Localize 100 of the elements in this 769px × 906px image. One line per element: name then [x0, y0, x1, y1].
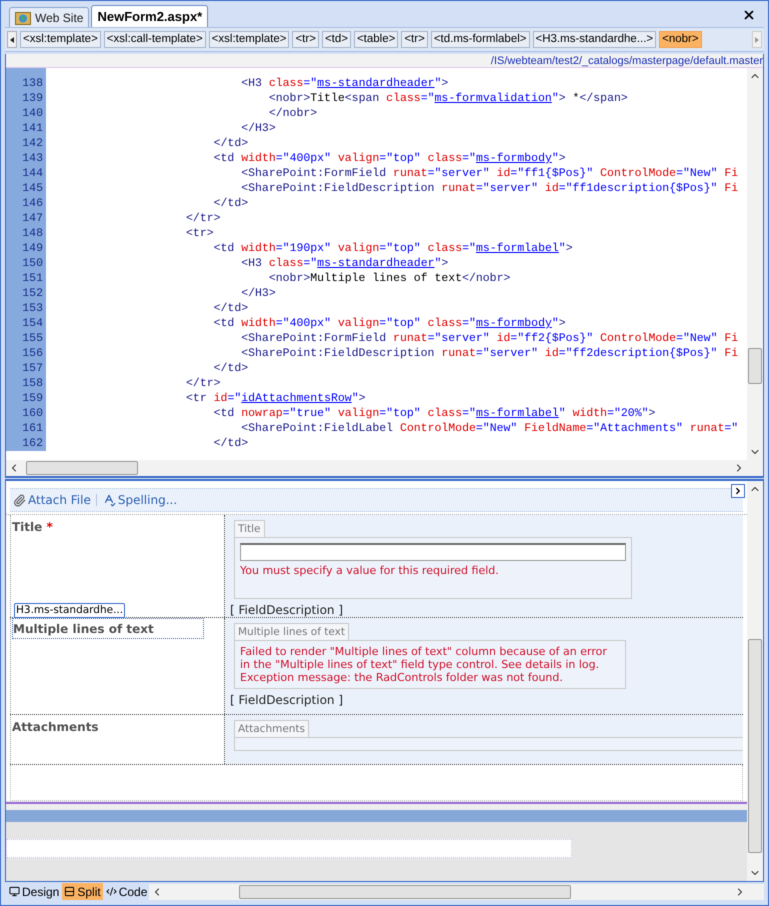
line-number: 158	[6, 376, 46, 391]
code-line: </tr>	[185, 376, 221, 391]
line-number: 141	[6, 121, 46, 136]
code-line: <SharePoint:FormField runat="server" id="ff1{$Pos}" ControlMode="New" Fi	[240, 166, 738, 181]
field-label: Multiple lines of text	[12, 618, 204, 639]
scrollbar-corner	[748, 884, 764, 900]
code-line: <nobr>Multiple lines of text</nobr>	[268, 271, 510, 286]
line-number: 146	[6, 196, 46, 211]
field-description: [ FieldDescription ]	[230, 692, 344, 709]
code-line: <SharePoint:FieldDescription runat="server" id="ff1description{$Pos}" Fi	[240, 181, 738, 196]
code-line: <td width="400px" valign="top" class="ms-formbody">	[212, 316, 566, 331]
horizontal-scrollbar[interactable]	[149, 884, 748, 900]
toolbar-button[interactable]: Attach File	[13, 491, 91, 509]
tag-path-item[interactable]: <xsl:template>	[208, 31, 290, 48]
tag-path-item[interactable]: <nobr>	[659, 31, 702, 48]
code-line: </td>	[212, 136, 248, 151]
tag-path-item[interactable]: <H3.ms-standardhe...>	[532, 31, 656, 48]
scroll-thumb[interactable]	[26, 461, 138, 475]
document-tab[interactable]: NewForm2.aspx*	[91, 5, 208, 27]
scroll-left-button[interactable]	[7, 31, 17, 48]
line-number: 155	[6, 331, 46, 346]
view-tab[interactable]: Split	[62, 883, 103, 900]
tag-path-item[interactable]: <table>	[354, 31, 398, 48]
code-line: <tr id="idAttachmentsRow">	[185, 391, 366, 406]
design-view-icon	[9, 886, 20, 897]
code-line: <td nowrap="true" valign="top" class="ms-formlabel" width="20%">	[212, 406, 656, 421]
scroll-right-button[interactable]	[752, 31, 762, 48]
line-number: 162	[6, 436, 46, 451]
line-number: 149	[6, 241, 46, 256]
code-line: <SharePoint:FieldLabel ControlMode="New" FieldName="Attachments" runat="	[240, 421, 738, 436]
document-tab[interactable]: Web Site	[9, 7, 90, 27]
code-line: <SharePoint:FormField runat="server" id="ff2{$Pos}" ControlMode="New" Fi	[240, 331, 738, 346]
line-number: 139	[6, 91, 46, 106]
line-number: 154	[6, 316, 46, 331]
code-line: </td>	[212, 436, 248, 451]
line-number: 161	[6, 421, 46, 436]
scroll-thumb[interactable]	[239, 884, 571, 898]
line-number: 150	[6, 256, 46, 271]
line-number: 138	[6, 76, 46, 91]
website-icon	[15, 10, 31, 24]
view-tab[interactable]: Design	[7, 883, 62, 900]
chevron-right-icon	[733, 486, 743, 496]
file-path: /IS/webteam/test2/_catalogs/masterpage/default.master	[490, 54, 763, 66]
expand-button[interactable]	[731, 484, 745, 498]
code-line: <td width="190px" valign="top" class="ms-formlabel">	[212, 241, 573, 256]
tag-label: H3.ms-standardhe...	[14, 603, 126, 618]
line-number: 152	[6, 286, 46, 301]
split-view-icon	[64, 886, 76, 897]
tag-path-item[interactable]: <tr>	[401, 31, 428, 48]
scroll-thumb[interactable]	[748, 348, 762, 384]
line-number: 156	[6, 346, 46, 361]
scroll-thumb[interactable]	[748, 639, 762, 853]
text-input[interactable]	[240, 543, 626, 561]
error-message: Failed to render "Multiple lines of text" column because of an error in the "Multiple lines of text" field type control. See details in log. Exception message: the RadControls folder was not found.	[240, 645, 608, 684]
horizontal-scrollbar[interactable]	[6, 460, 747, 476]
line-number: 140	[6, 106, 46, 121]
line-number-gutter	[6, 68, 46, 76]
code-line: </td>	[212, 196, 248, 211]
code-line: <td width="400px" valign="top" class="ms-formbody">	[212, 151, 566, 166]
field-label: Title *	[12, 519, 53, 536]
vertical-scrollbar[interactable]	[747, 68, 763, 460]
line-number: 143	[6, 151, 46, 166]
code-line: <nobr>Title<span class="ms-formvalidation"> *</span>	[268, 91, 628, 106]
code-line: </td>	[212, 361, 248, 376]
tag-path-item[interactable]: <td.ms-formlabel>	[430, 31, 530, 48]
line-number: 153	[6, 301, 46, 316]
field-label: Attachments	[12, 719, 99, 736]
line-number: 160	[6, 406, 46, 421]
line-number: 159	[6, 391, 46, 406]
code-line: <H3 class="ms-standardheader">	[240, 256, 448, 271]
code-line: </td>	[212, 301, 248, 316]
validation-message: You must specify a value for this required field.	[240, 563, 500, 579]
code-line: <tr>	[185, 226, 214, 241]
tag-path-item[interactable]: <td>	[322, 31, 351, 48]
field-description: [ FieldDescription ]	[230, 602, 344, 618]
code-line: <H3 class="ms-standardheader">	[240, 76, 448, 91]
line-number: 148	[6, 226, 46, 241]
code-line: </H3>	[240, 121, 276, 136]
close-icon[interactable]	[742, 8, 756, 22]
code-line: </H3>	[240, 286, 276, 301]
line-number: 151	[6, 271, 46, 286]
line-number: 145	[6, 181, 46, 196]
code-view-icon	[106, 886, 117, 897]
code-line: </nobr>	[268, 106, 318, 121]
tag-path-item[interactable]: <tr>	[292, 31, 319, 48]
paperclip-icon	[13, 494, 26, 506]
code-line: </tr>	[185, 211, 221, 226]
pane-splitter[interactable]	[5, 476, 764, 481]
line-number: 144	[6, 166, 46, 181]
code-line: <SharePoint:FieldDescription runat="server" id="ff2description{$Pos}" Fi	[240, 346, 738, 361]
line-number: 157	[6, 361, 46, 376]
left-arrow-icon	[10, 36, 14, 42]
line-number: 142	[6, 136, 46, 151]
toolbar-button[interactable]: Spelling...	[102, 491, 178, 509]
tag-path-item[interactable]: <xsl:call-template>	[104, 31, 206, 48]
tag-path-item[interactable]: <xsl:template>	[20, 31, 101, 48]
right-arrow-icon	[755, 36, 759, 42]
view-tab[interactable]: Code	[104, 883, 150, 900]
line-number: 147	[6, 211, 46, 226]
vertical-scrollbar[interactable]	[747, 481, 763, 881]
